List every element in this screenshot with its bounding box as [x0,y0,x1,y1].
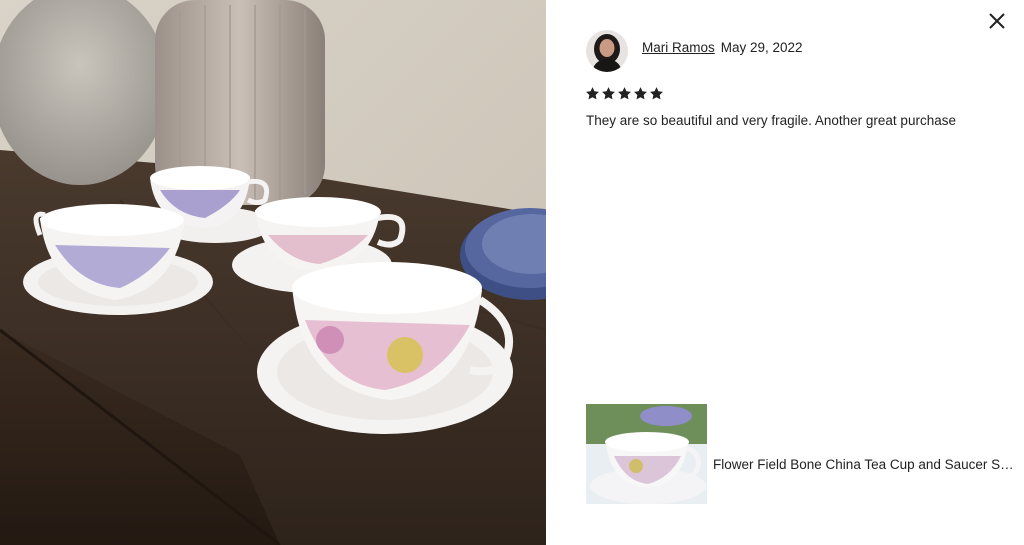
product-title[interactable]: Flower Field Bone China Tea Cup and Sauc… [713,457,1016,472]
product-link[interactable]: Flower Field Bone China Tea Cup and Sauc… [586,404,1016,525]
star-icon [602,87,615,100]
star-icon [634,87,647,100]
review-meta: Mari Ramos May 29, 2022 [642,40,803,55]
star-icon [586,87,599,100]
reviewer-name-link[interactable]: Mari Ramos [642,40,715,55]
close-button[interactable] [984,8,1010,34]
star-icon [650,87,663,100]
reviewer-avatar[interactable] [586,30,628,72]
review-text: They are so beautiful and very fragile. … [586,113,956,128]
review-date: May 29, 2022 [720,40,803,55]
product-thumbnail[interactable] [586,404,707,525]
star-icon [618,87,631,100]
star-rating [585,86,664,101]
close-icon [989,13,1005,29]
review-panel: Mari Ramos May 29, 2022 They are so beau… [546,0,1024,545]
review-photo [0,0,546,545]
